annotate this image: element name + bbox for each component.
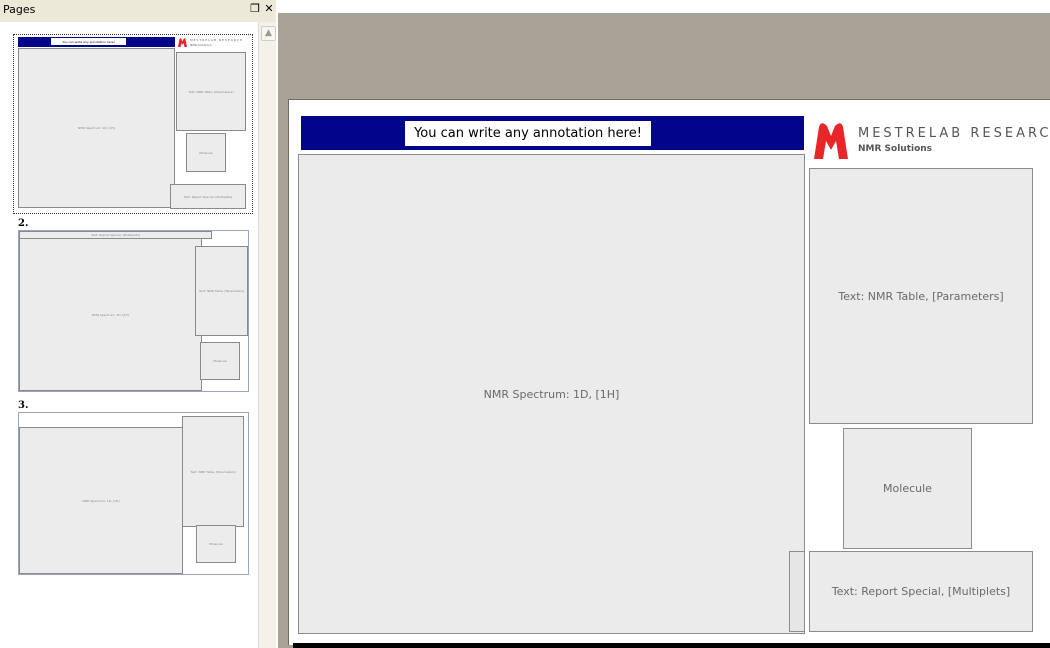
annotation-text[interactable]: You can write any annotation here! xyxy=(405,121,651,146)
report-special-overlap xyxy=(789,551,805,632)
thumb-nmr-table: Text: NMR Table, [Parameters] xyxy=(182,416,244,527)
pages-scrollbar[interactable]: ▲ xyxy=(258,22,277,648)
pages-panel-title: Pages xyxy=(3,3,36,16)
thumb-spectrum: NMR Spectrum: 1D, [1H] xyxy=(19,427,183,574)
report-special-box[interactable]: Text: Report Special, [Multiplets] xyxy=(809,551,1033,632)
thumb-molecule: Molecule xyxy=(200,342,240,380)
page-number-3: 3. xyxy=(18,400,29,411)
page-shadow xyxy=(293,643,1050,648)
thumb-annotation: You can write any annotation here! xyxy=(51,38,126,45)
page-thumbnail-3[interactable]: NMR Spectrum: 1D, [1H] Text: NMR Table, … xyxy=(18,412,249,575)
thumb-logo-text: MESTRELAB RESEARCH xyxy=(190,38,244,42)
molecule-box[interactable]: Molecule xyxy=(843,428,972,549)
thumb-spectrum: NMR Spectrum: 1D, [1H] xyxy=(19,238,202,391)
page-thumbnail-1[interactable]: You can write any annotation here! MESTR… xyxy=(13,34,253,214)
thumb-molecule: Molecule xyxy=(186,133,226,172)
thumb-nmr-table: Text: NMR Table, [Parameters] xyxy=(195,246,248,336)
thumb-molecule: Molecule xyxy=(196,525,236,563)
thumb-spectrum: NMR Spectrum: 1D, [1H] xyxy=(18,48,175,208)
window-restore-icon[interactable]: ❒ xyxy=(248,2,262,16)
page-number-2: 2. xyxy=(18,218,29,229)
pages-list: 1. You can write any annotation here! ME… xyxy=(0,22,258,648)
page-thumbnail-2[interactable]: Text: Report Special, [Multiplets] NMR S… xyxy=(18,230,249,392)
scroll-up-arrow-icon[interactable]: ▲ xyxy=(261,26,276,41)
logo-title: MESTRELAB RESEARCH xyxy=(858,126,1050,141)
nmr-table-box[interactable]: Text: NMR Table, [Parameters] xyxy=(809,168,1033,424)
thumb-nmr-table: Text: NMR Table, [Parameters] xyxy=(176,52,246,131)
close-icon[interactable]: ✕ xyxy=(262,2,276,16)
nmr-spectrum-box[interactable]: NMR Spectrum: 1D, [1H] xyxy=(298,154,805,634)
pages-panel-header: Pages ❒ ✕ xyxy=(0,0,276,23)
mestrelab-logo-icon xyxy=(178,38,187,47)
thumb-report: Text: Report Special, [Multiplets] xyxy=(170,184,246,209)
mestrelab-logo-icon xyxy=(814,123,848,159)
thumb-logo-sub: NMR Solutions xyxy=(190,43,212,47)
logo-subtitle: NMR Solutions xyxy=(858,144,933,154)
